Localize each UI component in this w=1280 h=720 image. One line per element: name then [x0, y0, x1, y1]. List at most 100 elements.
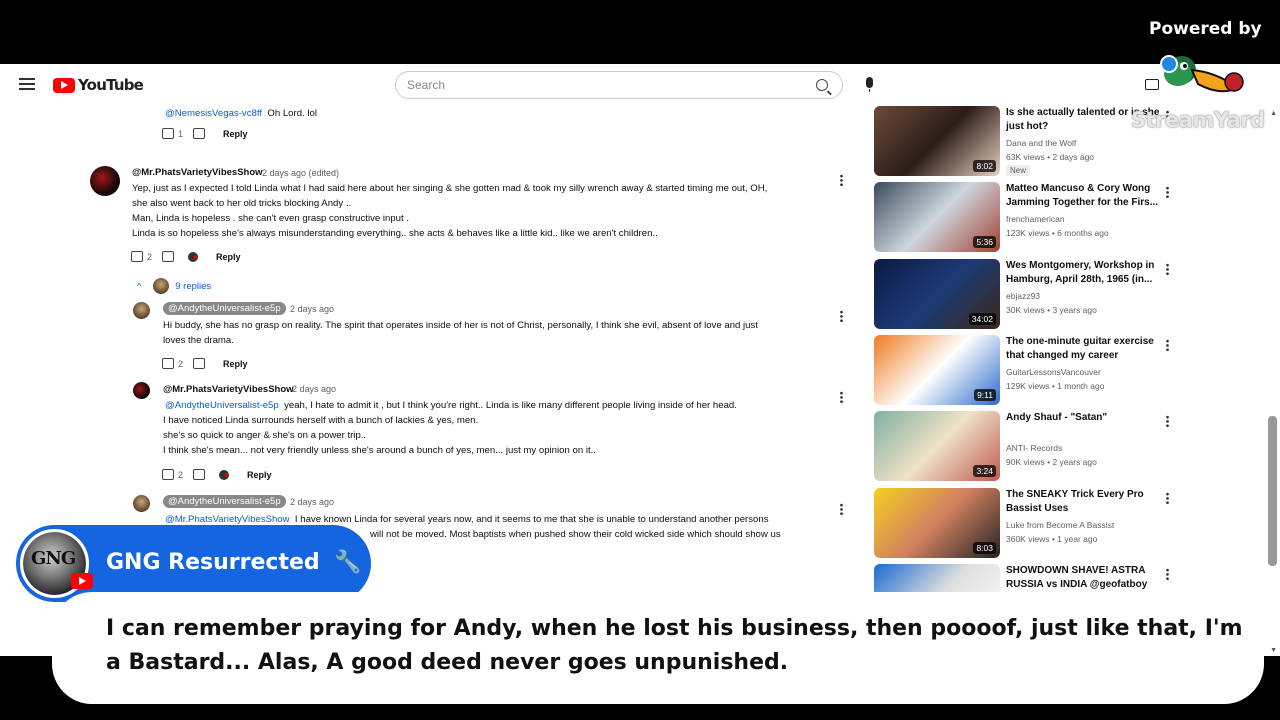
wrench-icon: 🔧 — [334, 549, 362, 574]
streamyard-watermark: StreamYard — [1131, 108, 1265, 132]
video-card[interactable]: 5:36 Matteo Mancuso & Cory Wong Jamming T… — [874, 182, 1264, 254]
video-title[interactable]: SHOWDOWN SHAVE! ASTRA RUSSIA vs INDIA @g… — [1006, 564, 1166, 592]
scroll-up-arrow-icon[interactable]: ▲ — [1270, 110, 1277, 117]
chevron-up-icon: ^ — [137, 281, 142, 291]
more-options-icon[interactable] — [840, 503, 843, 516]
mention-link[interactable]: @Mr.PhatsVarietyVibesShow — [165, 514, 290, 525]
video-title[interactable]: Matteo Mancuso & Cory Wong Jamming Toget… — [1006, 182, 1166, 210]
video-thumbnail[interactable]: 3:24 — [874, 411, 1000, 481]
more-options-icon[interactable] — [1166, 568, 1169, 581]
creator-heart-icon — [219, 469, 230, 480]
search-icon[interactable] — [816, 79, 828, 91]
hamburger-menu-icon[interactable] — [19, 78, 35, 90]
video-channel[interactable]: GuitarLessonsVancouver — [1006, 367, 1101, 377]
scrollbar[interactable] — [1268, 416, 1277, 566]
video-card[interactable]: 3:24 Andy Shauf - "Satan" ANTI- Records 90K… — [874, 411, 1264, 483]
more-options-icon[interactable] — [1166, 492, 1169, 505]
video-duration: 8:03 — [973, 542, 996, 554]
avatar[interactable] — [90, 166, 120, 196]
avatar[interactable] — [133, 382, 150, 399]
more-options-icon[interactable] — [1166, 339, 1169, 352]
comment-author[interactable]: @Mr.PhatsVarietyVibesShow — [163, 384, 294, 395]
mention-link[interactable]: @AndytheUniversalist-e5p — [165, 400, 279, 411]
video-channel[interactable]: ebjazz93 — [1006, 291, 1040, 301]
dislike-icon[interactable] — [193, 128, 206, 139]
comment-line: loves the drama. — [163, 335, 234, 346]
comment-author[interactable]: @AndytheUniversalist-e5p — [163, 495, 286, 508]
comment-text: @NemesisVegas-vc8ff Oh Lord. lol — [165, 108, 317, 119]
create-video-icon[interactable] — [1145, 79, 1159, 90]
comment-time[interactable]: 2 days ago — [290, 497, 334, 507]
more-options-icon[interactable] — [1166, 415, 1169, 428]
comment-actions: 2 Reply — [162, 469, 272, 480]
like-count: 2 — [178, 469, 184, 480]
dislike-icon[interactable] — [162, 251, 175, 262]
video-card[interactable]: 8:03 The SNEAKY Trick Every Pro Bassist U… — [874, 488, 1264, 560]
comment-line: I have noticed Linda surrounds herself w… — [163, 415, 479, 426]
more-options-icon[interactable] — [840, 310, 843, 323]
comment-body: Oh Lord. lol — [267, 108, 317, 119]
like-icon[interactable] — [162, 469, 174, 480]
video-thumbnail[interactable]: 5:36 — [874, 182, 1000, 252]
video-thumbnail[interactable]: 8:03 — [874, 488, 1000, 558]
video-channel[interactable]: ANTI- Records — [1006, 443, 1062, 453]
video-title[interactable]: The SNEAKY Trick Every Pro Bassist Uses — [1006, 488, 1166, 516]
scroll-down-arrow-icon[interactable]: ▼ — [1270, 647, 1277, 654]
youtube-icon — [71, 573, 93, 589]
video-thumbnail[interactable]: 34:02 — [874, 259, 1000, 329]
video-title[interactable]: Wes Montgomery, Workshop in Hamburg, Apr… — [1006, 259, 1166, 287]
video-channel[interactable]: Luke from Become A Bassist — [1006, 520, 1114, 530]
video-card[interactable]: 34:02 Wes Montgomery, Workshop in Hamburg… — [874, 259, 1264, 331]
video-thumbnail[interactable]: 8:02 — [874, 106, 1000, 176]
comment-line: Hi buddy, she has no grasp on reality. T… — [163, 320, 758, 331]
search-box[interactable]: Search — [395, 71, 843, 99]
video-card[interactable]: 9:11 The one-minute guitar exercise that … — [874, 335, 1264, 407]
like-icon[interactable] — [162, 128, 174, 139]
video-thumbnail[interactable]: 9:11 — [874, 335, 1000, 405]
dislike-icon[interactable] — [193, 469, 206, 480]
more-options-icon[interactable] — [1166, 263, 1169, 276]
like-count: 2 — [147, 251, 153, 262]
comment-time[interactable]: 2 days ago — [292, 384, 336, 394]
avatar[interactable] — [133, 495, 150, 512]
video-channel[interactable]: frenchamerican — [1006, 214, 1065, 224]
reply-button[interactable]: Reply — [223, 359, 248, 369]
comment-line: Yep, just as I expected I told Linda wha… — [132, 183, 768, 194]
search-input[interactable]: Search — [407, 78, 445, 92]
microphone-icon[interactable] — [866, 77, 873, 92]
video-meta: 63K views • 2 days ago — [1006, 152, 1095, 162]
more-options-icon[interactable] — [840, 174, 843, 187]
comment-time[interactable]: 2 days ago — [290, 304, 334, 314]
video-title[interactable]: The one-minute guitar exercise that chan… — [1006, 335, 1166, 363]
reply-button[interactable]: Reply — [216, 252, 241, 262]
video-meta: 129K views • 1 month ago — [1006, 381, 1105, 391]
creator-avatar — [153, 278, 170, 294]
reply-button[interactable]: Reply — [247, 470, 272, 480]
top-bar: YouTube Search — [0, 64, 1280, 106]
comment-line: I think she's mean... not very friendly … — [163, 445, 596, 456]
comment-author[interactable]: @Mr.PhatsVarietyVibesShow — [132, 167, 263, 178]
like-icon[interactable] — [162, 358, 174, 369]
comment-body: yeah, I hate to admit it , but I think y… — [284, 400, 737, 411]
comment-author[interactable]: @AndytheUniversalist-e5p — [163, 302, 286, 315]
video-channel[interactable]: Dana and the Wolf — [1006, 138, 1076, 148]
comment-time[interactable]: 2 days ago (edited) — [262, 168, 339, 178]
channel-avatar-logo-text: GNG — [31, 548, 76, 569]
video-title[interactable]: Andy Shauf - "Satan" — [1006, 411, 1166, 425]
reply-button[interactable]: Reply — [223, 129, 248, 139]
youtube-logo[interactable]: YouTube — [53, 76, 144, 94]
dislike-icon[interactable] — [193, 358, 206, 369]
more-options-icon[interactable] — [1166, 186, 1169, 199]
comment-line: Linda is so hopeless she's always misund… — [132, 228, 658, 239]
video-meta: 90K views • 2 years ago — [1006, 457, 1097, 467]
youtube-logo-text: YouTube — [78, 76, 144, 94]
avatar[interactable] — [133, 302, 150, 319]
video-duration: 3:24 — [973, 465, 996, 477]
comment-actions: 1 Reply — [162, 128, 248, 139]
like-icon[interactable] — [131, 251, 143, 262]
replies-toggle[interactable]: ^ 9 replies — [137, 278, 211, 294]
mention-link[interactable]: @NemesisVegas-vc8ff — [165, 108, 262, 119]
creator-heart-icon — [188, 251, 199, 262]
comment-line: she's so quick to anger & she's on a pow… — [163, 430, 367, 441]
more-options-icon[interactable] — [840, 391, 843, 404]
